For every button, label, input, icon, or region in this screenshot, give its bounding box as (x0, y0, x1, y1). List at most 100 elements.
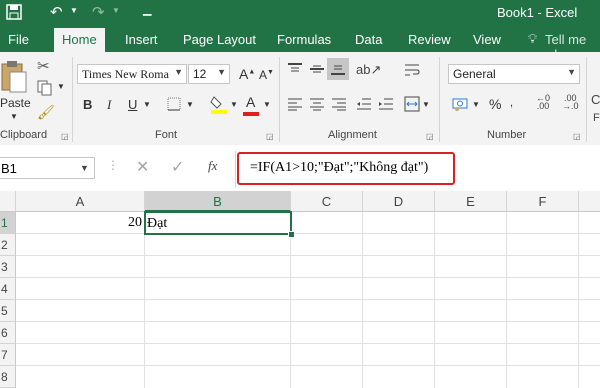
name-box[interactable]: B1 ▼ (0, 157, 95, 179)
tab-page-layout[interactable]: Page Layout (183, 32, 256, 47)
cell-a1[interactable]: 20 (16, 212, 142, 234)
underline-button[interactable]: U (128, 97, 137, 112)
ribbon-tabs: File Home Insert Page Layout Formulas Da… (0, 26, 600, 62)
row-header-2[interactable]: 2 (0, 234, 16, 256)
bold-button[interactable]: B (83, 97, 92, 112)
tab-review[interactable]: Review (408, 32, 451, 47)
cancel-icon[interactable]: ✕ (136, 157, 149, 177)
cut-icon[interactable]: ✂ (37, 57, 50, 75)
copy-dropdown-icon[interactable]: ▼ (57, 82, 65, 91)
align-right-icon[interactable] (331, 97, 347, 116)
font-name-dropdown[interactable]: Times New Roma ▼ (77, 64, 187, 84)
tab-data[interactable]: Data (355, 32, 382, 47)
name-box-value: B1 (1, 161, 17, 176)
comma-style-icon[interactable]: , (510, 97, 513, 109)
accounting-dropdown-icon[interactable]: ▼ (472, 100, 480, 109)
insert-function-button[interactable]: fx (208, 158, 217, 174)
font-size-value: 12 (193, 67, 207, 81)
tab-view[interactable]: View (473, 32, 501, 47)
tab-formulas[interactable]: Formulas (277, 32, 331, 47)
cell-b1-value: Đạt (147, 216, 168, 231)
formula-text[interactable]: =IF(A1>10;"Đạt";"Không đạt") (250, 160, 428, 176)
borders-icon[interactable] (167, 97, 181, 116)
conditional-format-icon[interactable]: C (591, 92, 600, 107)
paste-icon[interactable] (0, 58, 28, 99)
font-color-dropdown-icon[interactable]: ▼ (263, 100, 271, 109)
fill-color-dropdown-icon[interactable]: ▼ (230, 100, 238, 109)
tab-home[interactable]: Home (54, 28, 105, 52)
percent-button[interactable]: % (489, 96, 501, 112)
styles-label-partial: F (593, 112, 600, 124)
row-header-8[interactable]: 8 (0, 366, 16, 388)
formula-bar-splitter-icon[interactable]: ⋮ (107, 158, 119, 172)
number-format-dropdown[interactable]: General ▼ (448, 64, 580, 84)
alignment-group-label: Alignment (328, 129, 377, 141)
redo-icon[interactable]: ↷ (92, 3, 105, 21)
select-all-corner[interactable] (0, 191, 16, 212)
tab-file[interactable]: File (8, 32, 29, 47)
font-name-value: Times New Roma (82, 67, 169, 81)
format-painter-icon[interactable]: 🖌︎ (37, 104, 55, 121)
orientation-icon[interactable]: ab↗ (356, 62, 381, 78)
decrease-font-icon[interactable]: A▼ (259, 68, 274, 82)
bottom-align-icon (330, 62, 346, 81)
column-header-b[interactable]: B (145, 191, 291, 212)
column-header-e[interactable]: E (435, 191, 507, 212)
save-icon[interactable] (6, 4, 22, 25)
worksheet-grid: A B C D E F 1 2 3 4 5 6 7 8 20 Đạt (0, 191, 600, 388)
number-launcher-icon[interactable]: ◲ (573, 132, 581, 141)
copy-icon[interactable] (37, 80, 53, 101)
column-header-c[interactable]: C (291, 191, 363, 212)
chevron-down-icon: ▼ (174, 67, 183, 77)
chevron-down-icon: ▼ (567, 67, 576, 77)
undo-dropdown-icon[interactable]: ▼ (70, 6, 78, 15)
active-cell-b1[interactable]: Đạt (144, 211, 292, 235)
font-size-dropdown[interactable]: 12 ▼ (188, 64, 230, 84)
paste-label[interactable]: Paste (0, 96, 31, 110)
bottom-align-button[interactable] (327, 58, 349, 80)
row-header-3[interactable]: 3 (0, 256, 16, 278)
merge-dropdown-icon[interactable]: ▼ (422, 100, 430, 109)
font-color-button[interactable]: A (246, 94, 255, 110)
enter-check-icon[interactable]: ✓ (171, 157, 184, 177)
tab-insert[interactable]: Insert (125, 32, 158, 47)
column-header-g-partial[interactable] (579, 191, 600, 212)
decrease-decimal-icon[interactable]: .00 →.0 (562, 94, 579, 111)
formula-bar: B1 ▼ ⋮ ✕ ✓ fx =IF(A1>10;"Đạt";"Không đạt… (0, 145, 600, 192)
column-header-d[interactable]: D (363, 191, 435, 212)
chevron-down-icon: ▼ (217, 67, 226, 77)
redo-dropdown-icon[interactable]: ▼ (112, 6, 120, 15)
borders-dropdown-icon[interactable]: ▼ (186, 100, 194, 109)
increase-indent-icon[interactable] (378, 97, 394, 116)
customize-toolbar-icon[interactable]: ▁ (143, 3, 151, 16)
accounting-format-icon[interactable] (452, 96, 470, 117)
wrap-text-icon[interactable] (404, 62, 420, 83)
underline-dropdown-icon[interactable]: ▼ (143, 100, 151, 109)
row-header-6[interactable]: 6 (0, 322, 16, 344)
row-header-5[interactable]: 5 (0, 300, 16, 322)
middle-align-icon[interactable] (309, 62, 325, 81)
formula-highlight-box: =IF(A1>10;"Đạt";"Không đạt") (237, 152, 455, 185)
row-header-1[interactable]: 1 (0, 212, 16, 234)
column-header-a[interactable]: A (16, 191, 145, 212)
document-title: Book1 - Excel (497, 5, 578, 20)
merge-center-icon[interactable] (404, 96, 420, 117)
column-header-f[interactable]: F (507, 191, 579, 212)
align-center-icon[interactable] (309, 97, 325, 116)
fill-handle[interactable] (288, 231, 295, 238)
paste-dropdown-icon[interactable]: ▼ (10, 112, 18, 121)
align-left-icon[interactable] (287, 97, 303, 116)
decrease-indent-icon[interactable] (356, 97, 372, 116)
undo-icon[interactable]: ↶ (50, 3, 63, 21)
row-header-7[interactable]: 7 (0, 344, 16, 366)
alignment-launcher-icon[interactable]: ◲ (426, 132, 434, 141)
row-header-4[interactable]: 4 (0, 278, 16, 300)
fill-color-icon[interactable] (210, 94, 228, 119)
increase-font-icon[interactable]: A▲ (239, 66, 255, 82)
increase-decimal-icon[interactable]: ←0.00 (536, 94, 550, 111)
font-launcher-icon[interactable]: ◲ (266, 132, 274, 141)
top-align-icon[interactable] (287, 62, 303, 81)
italic-button[interactable]: I (107, 97, 111, 113)
chevron-down-icon: ▼ (80, 163, 89, 173)
clipboard-launcher-icon[interactable]: ◲ (61, 132, 69, 141)
